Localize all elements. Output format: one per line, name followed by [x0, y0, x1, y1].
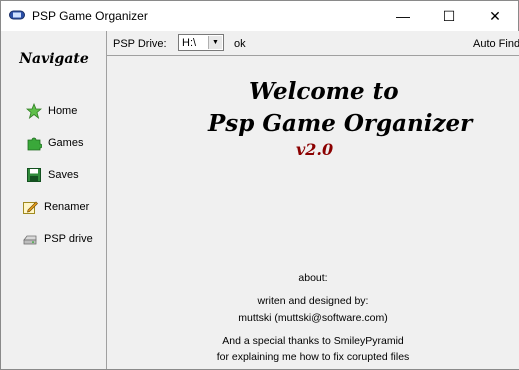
about-heading: about:	[298, 272, 328, 284]
psp-drive-label: PSP Drive:	[113, 38, 167, 50]
main-content: Welcome to Psp Game Organizer v2.0 about…	[107, 56, 519, 369]
sidebar-item-psp-drive[interactable]: PSP drive	[22, 229, 93, 249]
about-author: muttski (muttski@software.com)	[238, 312, 388, 324]
window-title: PSP Game Organizer	[32, 9, 148, 23]
title-bar[interactable]: PSP Game Organizer — ☐ ✕	[1, 1, 518, 31]
sidebar-item-label: PSP drive	[44, 233, 93, 245]
psp-drive-select[interactable]: H:\ ▼	[178, 34, 224, 51]
floppy-disk-icon	[27, 168, 41, 182]
close-button[interactable]: ✕	[472, 1, 518, 31]
auto-find-button[interactable]: Auto Find	[473, 38, 519, 50]
toolbar: PSP Drive: H:\ ▼ ok Auto Find	[107, 31, 519, 56]
sidebar-item-saves[interactable]: Saves	[26, 165, 79, 185]
sidebar-item-label: Home	[48, 105, 78, 117]
navigation-sidebar: Navigate Home Games Saves Renamer PSP dr…	[2, 31, 107, 369]
drive-status-text: ok	[234, 38, 246, 50]
pencil-notepad-icon	[23, 201, 38, 214]
navigate-heading: Navigate	[19, 51, 89, 67]
sidebar-item-home[interactable]: Home	[26, 101, 77, 121]
version-label: v2.0	[296, 140, 334, 159]
sidebar-item-label: Renamer	[44, 201, 90, 213]
psp-console-icon	[9, 10, 25, 20]
welcome-heading-line2: Psp Game Organizer	[208, 110, 473, 137]
sidebar-item-games[interactable]: Games	[26, 133, 83, 153]
thanks-line1: And a special thanks to SmileyPyramid	[222, 335, 404, 347]
sidebar-item-label: Games	[48, 137, 84, 149]
chevron-down-icon[interactable]: ▼	[208, 36, 222, 49]
puzzle-icon	[27, 137, 42, 151]
psp-drive-value: H:\	[182, 37, 197, 49]
sidebar-item-label: Saves	[48, 169, 79, 181]
drive-icon	[23, 235, 37, 245]
about-written-by: writen and designed by:	[257, 295, 369, 307]
welcome-heading-line1: Welcome to	[249, 78, 399, 105]
thanks-line2: for explaining me how to fix corupted fi…	[216, 351, 410, 363]
sidebar-item-renamer[interactable]: Renamer	[22, 197, 89, 217]
maximize-button[interactable]: ☐	[426, 1, 472, 31]
app-window: PSP Game Organizer — ☐ ✕ Navigate Home G…	[0, 0, 519, 370]
minimize-button[interactable]: —	[380, 1, 426, 31]
star-icon	[26, 103, 42, 119]
